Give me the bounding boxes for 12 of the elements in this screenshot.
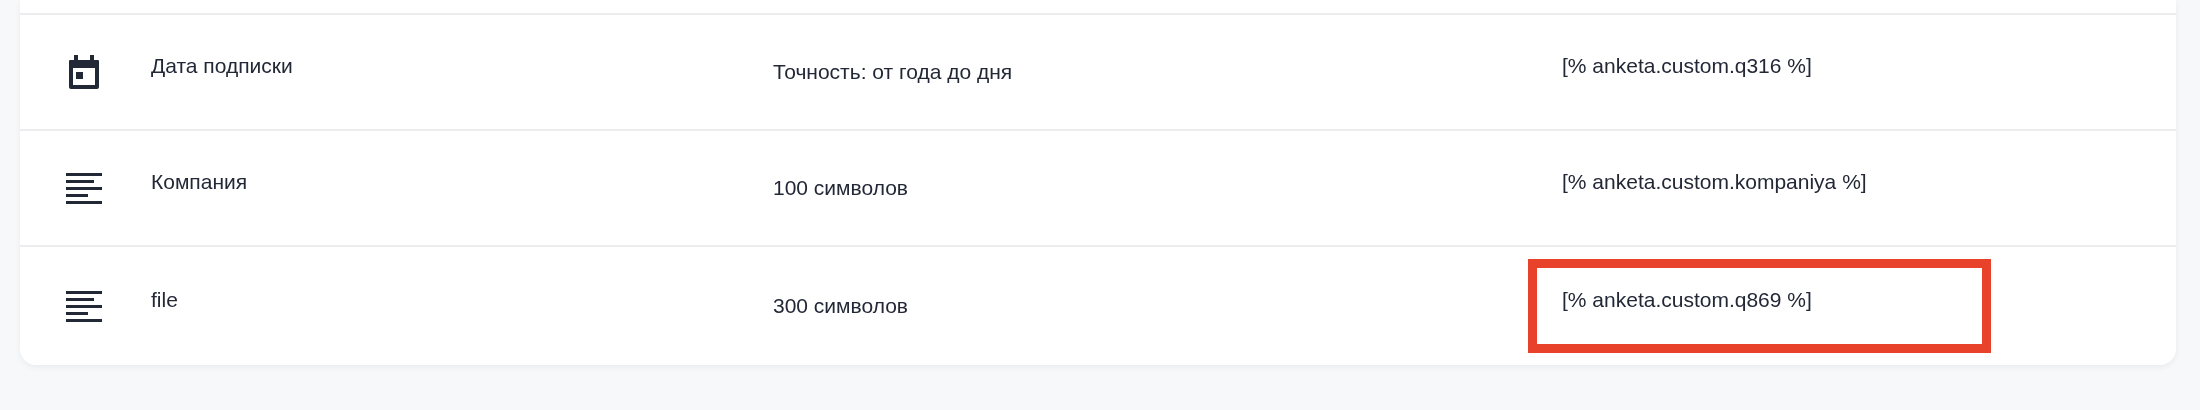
field-constraint: Точность: от года до дня xyxy=(773,60,1014,84)
calendar-icon xyxy=(66,54,102,90)
field-variable: [% anketa.custom.q869 %] xyxy=(1528,259,1991,353)
field-constraint: 300 символов xyxy=(773,294,909,318)
text-lines-icon xyxy=(66,170,102,206)
field-name: file xyxy=(151,288,179,312)
field-variable: [% anketa.custom.q316 %] xyxy=(1561,53,1813,79)
field-variable: [% anketa.custom.kompaniya %] xyxy=(1561,169,1868,195)
field-constraint: 100 символов xyxy=(773,176,909,200)
text-lines-icon xyxy=(66,288,102,324)
field-name: Компания xyxy=(151,170,249,194)
field-name: Дата подписки xyxy=(151,54,294,78)
